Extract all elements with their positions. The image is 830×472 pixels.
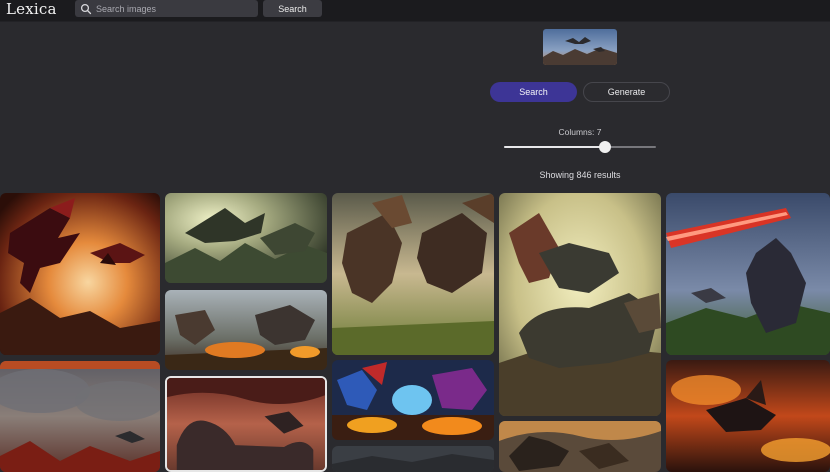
dragon-storm-image: [0, 361, 160, 472]
red-dragon-sunset-image: [0, 193, 160, 355]
columns-label: Columns: 7: [558, 127, 602, 137]
gallery-image[interactable]: [499, 193, 661, 416]
search-box[interactable]: [75, 0, 258, 17]
gallery-image[interactable]: [165, 376, 327, 472]
gallery-image[interactable]: [666, 360, 830, 472]
dragon-skeleton-image: [499, 421, 661, 472]
gallery-image[interactable]: [0, 193, 160, 355]
gallery-image[interactable]: [165, 193, 327, 283]
dark-landscape-image: [332, 446, 494, 472]
lexica-logo[interactable]: Lexica: [6, 0, 57, 18]
search-button[interactable]: Search: [490, 82, 577, 102]
top-search-button[interactable]: Search: [263, 0, 322, 17]
green-dragons-mist-image: [165, 193, 327, 283]
dragon-over-lava-image: [666, 360, 830, 472]
cartoon-dragons-fire-image: [332, 360, 494, 440]
warrior-dinosaur-image: [499, 193, 661, 416]
gallery-image[interactable]: [332, 193, 494, 355]
long-neck-dragon-image: [167, 378, 325, 470]
search-icon: [80, 3, 92, 14]
gallery-image[interactable]: [666, 193, 830, 355]
columns-slider-thumb[interactable]: [599, 141, 612, 153]
gallery-image[interactable]: [499, 421, 661, 472]
gallery-image[interactable]: [332, 446, 494, 472]
columns-slider[interactable]: [504, 141, 656, 153]
dragons-battle-fire-image: [165, 290, 327, 370]
columns-slider-fill: [504, 146, 606, 148]
gallery-image[interactable]: [0, 361, 160, 472]
dragon-laser-beam-image: [666, 193, 830, 355]
brown-dragons-grassland-image: [332, 193, 494, 355]
gallery-image[interactable]: [165, 290, 327, 370]
generate-button[interactable]: Generate: [583, 82, 670, 102]
top-bar: Lexica Search: [0, 0, 830, 22]
results-count: Showing 846 results: [539, 170, 621, 180]
search-input[interactable]: [96, 3, 246, 14]
gallery-image[interactable]: [332, 360, 494, 440]
reference-image-thumbnail[interactable]: [543, 29, 617, 65]
